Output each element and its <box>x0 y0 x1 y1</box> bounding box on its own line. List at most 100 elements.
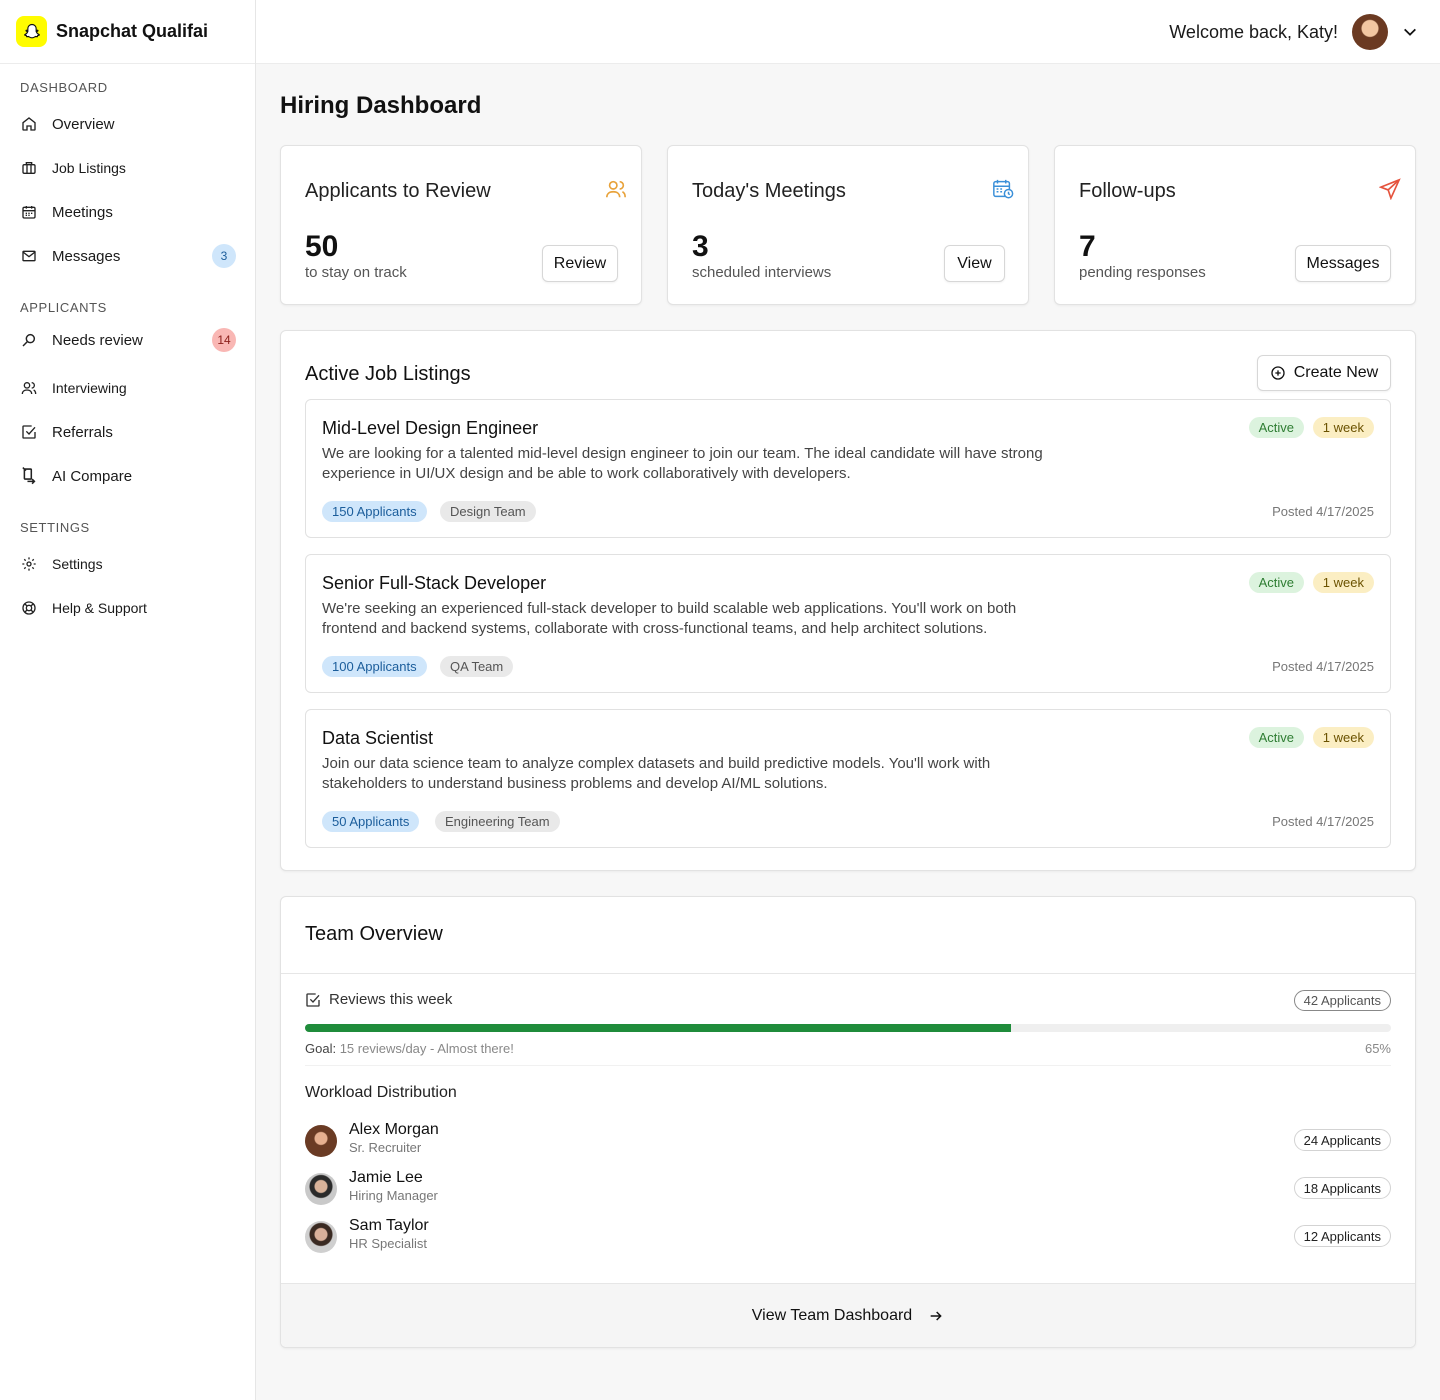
team-badge: Engineering Team <box>435 811 560 832</box>
team-member-row[interactable]: Alex Morgan Sr. Recruiter 24 Applicants <box>305 1121 1391 1161</box>
posted-date: Posted 4/17/2025 <box>1272 814 1374 829</box>
duration-badge: 1 week <box>1312 572 1374 593</box>
member-role: Hiring Manager <box>349 1188 438 1203</box>
review-button[interactable]: Review <box>542 245 618 282</box>
applicants-badge[interactable]: 150 Applicants <box>322 501 427 522</box>
job-description: Join our data science team to analyze co… <box>322 755 991 792</box>
sidebar-item-job-listings[interactable]: Job Listings <box>20 155 236 181</box>
posted-date: Posted 4/17/2025 <box>1272 504 1374 519</box>
progress-percent: 65% <box>1364 1041 1391 1056</box>
stat-value: 50 <box>305 230 339 263</box>
job-title: Senior Full-Stack Developer <box>322 573 547 593</box>
avatar <box>305 1173 337 1205</box>
job-listing[interactable]: Data Scientist Join our data science tea… <box>305 709 1391 848</box>
checkbox-icon <box>306 993 320 1007</box>
member-role: Sr. Recruiter <box>349 1140 422 1155</box>
applicants-badge[interactable]: 100 Applicants <box>322 656 427 677</box>
search-icon <box>20 331 38 349</box>
stat-title: Today's Meetings <box>692 180 846 202</box>
reviews-label: Reviews this week <box>329 991 453 1008</box>
arrow-right-icon <box>930 1310 942 1321</box>
calendar-clock-icon <box>993 179 1014 199</box>
member-name: Jamie Lee <box>349 1169 423 1186</box>
stat-card-meetings: Today's Meetings 3 scheduled interviews … <box>667 145 1029 305</box>
sidebar-item-label: Referrals <box>52 423 113 441</box>
view-team-dashboard-label: View Team Dashboard <box>751 1306 913 1324</box>
status-badge: Active <box>1248 572 1304 593</box>
avatar <box>305 1221 337 1253</box>
job-listing[interactable]: Mid-Level Design Engineer We are looking… <box>305 399 1391 538</box>
checkbox-icon <box>20 423 38 441</box>
job-description: We are looking for a talented mid-level … <box>322 445 1043 482</box>
nav-section-settings: SETTINGS <box>20 520 90 535</box>
stat-subtitle: scheduled interviews <box>692 264 832 281</box>
reviews-progress-bar <box>305 1024 1391 1032</box>
snapchat-ghost-icon <box>16 16 47 47</box>
applicants-badge[interactable]: 50 Applicants <box>322 811 420 832</box>
member-name: Alex Morgan <box>349 1121 439 1138</box>
chevron-down-icon[interactable] <box>1402 24 1418 40</box>
team-member-row[interactable]: Sam Taylor HR Specialist 12 Applicants <box>305 1217 1391 1257</box>
calendar-icon <box>20 203 38 221</box>
sidebar-item-label: Needs review <box>52 331 143 349</box>
duration-badge: 1 week <box>1312 417 1374 438</box>
sidebar-item-interviewing[interactable]: Interviewing <box>20 375 236 401</box>
team-badge: Design Team <box>440 501 536 522</box>
sidebar-item-label: Settings <box>52 556 103 572</box>
sidebar-item-ai-compare[interactable]: AI Compare <box>20 463 236 489</box>
sidebar-item-label: Job Listings <box>52 160 126 176</box>
create-new-label: Create New <box>1293 364 1379 381</box>
status-badge: Active <box>1248 417 1304 438</box>
member-name: Sam Taylor <box>349 1217 429 1234</box>
stat-card-follow-ups: Follow-ups 7 pending responses Messages <box>1054 145 1416 305</box>
nav-section-dashboard: DASHBOARD <box>20 80 108 95</box>
stat-card-applicants: Applicants to Review 50 to stay on track… <box>280 145 642 305</box>
sidebar-item-meetings[interactable]: Meetings <box>20 199 236 225</box>
applicant-count-badge: 12 Applicants <box>1293 1225 1391 1247</box>
team-badge: QA Team <box>440 656 514 677</box>
create-new-button[interactable]: Create New <box>1257 355 1391 391</box>
view-team-dashboard-link[interactable]: View Team Dashboard <box>281 1283 1415 1347</box>
goal-detail: 15 reviews/day - Almost there! <box>339 1041 514 1056</box>
briefcase-icon <box>20 159 38 177</box>
welcome-message: Welcome back, Katy! <box>1169 22 1338 42</box>
workload-title: Workload Distribution <box>305 1084 457 1101</box>
goal-prefix: Goal: <box>305 1041 337 1056</box>
job-description: We're seeking an experienced full-stack … <box>322 600 1017 637</box>
sidebar-item-label: Messages <box>52 247 121 265</box>
team-member-row[interactable]: Jamie Lee Hiring Manager 18 Applicants <box>305 1169 1391 1209</box>
job-title: Mid-Level Design Engineer <box>322 418 539 438</box>
stat-subtitle: to stay on track <box>305 264 407 281</box>
lifebuoy-icon <box>20 599 38 617</box>
sidebar-item-settings[interactable]: Settings <box>20 551 236 577</box>
gear-icon <box>20 555 38 573</box>
sidebar-item-label: Interviewing <box>52 380 127 396</box>
messages-button[interactable]: Messages <box>1295 245 1391 282</box>
sidebar-item-referrals[interactable]: Referrals <box>20 419 236 445</box>
brand-name: Snapchat Qualifai <box>56 21 209 41</box>
home-icon <box>20 115 38 133</box>
plus-circle-icon <box>1271 366 1285 380</box>
sidebar-item-messages[interactable]: Messages 3 <box>20 243 236 269</box>
member-role: HR Specialist <box>349 1236 428 1251</box>
sidebar-item-label: Overview <box>52 115 115 133</box>
applicant-count-badge: 18 Applicants <box>1293 1177 1391 1199</box>
sidebar-item-overview[interactable]: Overview <box>20 111 236 137</box>
users-icon <box>606 180 626 198</box>
view-button[interactable]: View <box>944 245 1005 282</box>
progress-fill <box>305 1024 1011 1032</box>
stat-title: Follow-ups <box>1079 180 1176 202</box>
page-title: Hiring Dashboard <box>280 92 482 119</box>
brand[interactable]: Snapchat Qualifai <box>0 0 255 64</box>
active-job-listings-card: Active Job Listings Create New Mid-Level… <box>280 330 1416 871</box>
users-icon <box>20 379 38 397</box>
sidebar-item-help-support[interactable]: Help & Support <box>20 595 236 621</box>
user-avatar[interactable] <box>1352 14 1388 50</box>
section-title: Active Job Listings <box>305 363 471 385</box>
stat-value: 3 <box>692 230 709 263</box>
sidebar-item-label: Meetings <box>52 203 113 221</box>
avatar <box>305 1125 337 1157</box>
posted-date: Posted 4/17/2025 <box>1272 659 1374 674</box>
sidebar-item-needs-review[interactable]: Needs review 14 <box>20 327 236 353</box>
job-listing[interactable]: Senior Full-Stack Developer We're seekin… <box>305 554 1391 693</box>
